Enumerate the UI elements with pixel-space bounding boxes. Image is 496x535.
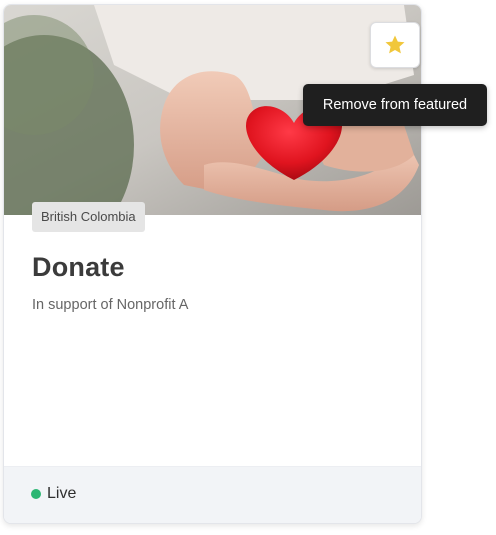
status-dot-icon [31, 489, 41, 499]
region-tag: British Colombia [32, 202, 145, 232]
campaign-card[interactable]: British Colombia Donate In support of No… [3, 4, 422, 524]
status-label: Live [47, 485, 77, 502]
featured-tooltip: Remove from featured [303, 84, 487, 126]
status-indicator: Live [31, 485, 76, 503]
campaign-title[interactable]: Donate [32, 252, 125, 283]
star-icon [385, 35, 405, 54]
card-footer: Live [4, 466, 421, 523]
campaign-subtitle: In support of Nonprofit A [32, 297, 189, 313]
featured-toggle-button[interactable] [370, 22, 420, 68]
